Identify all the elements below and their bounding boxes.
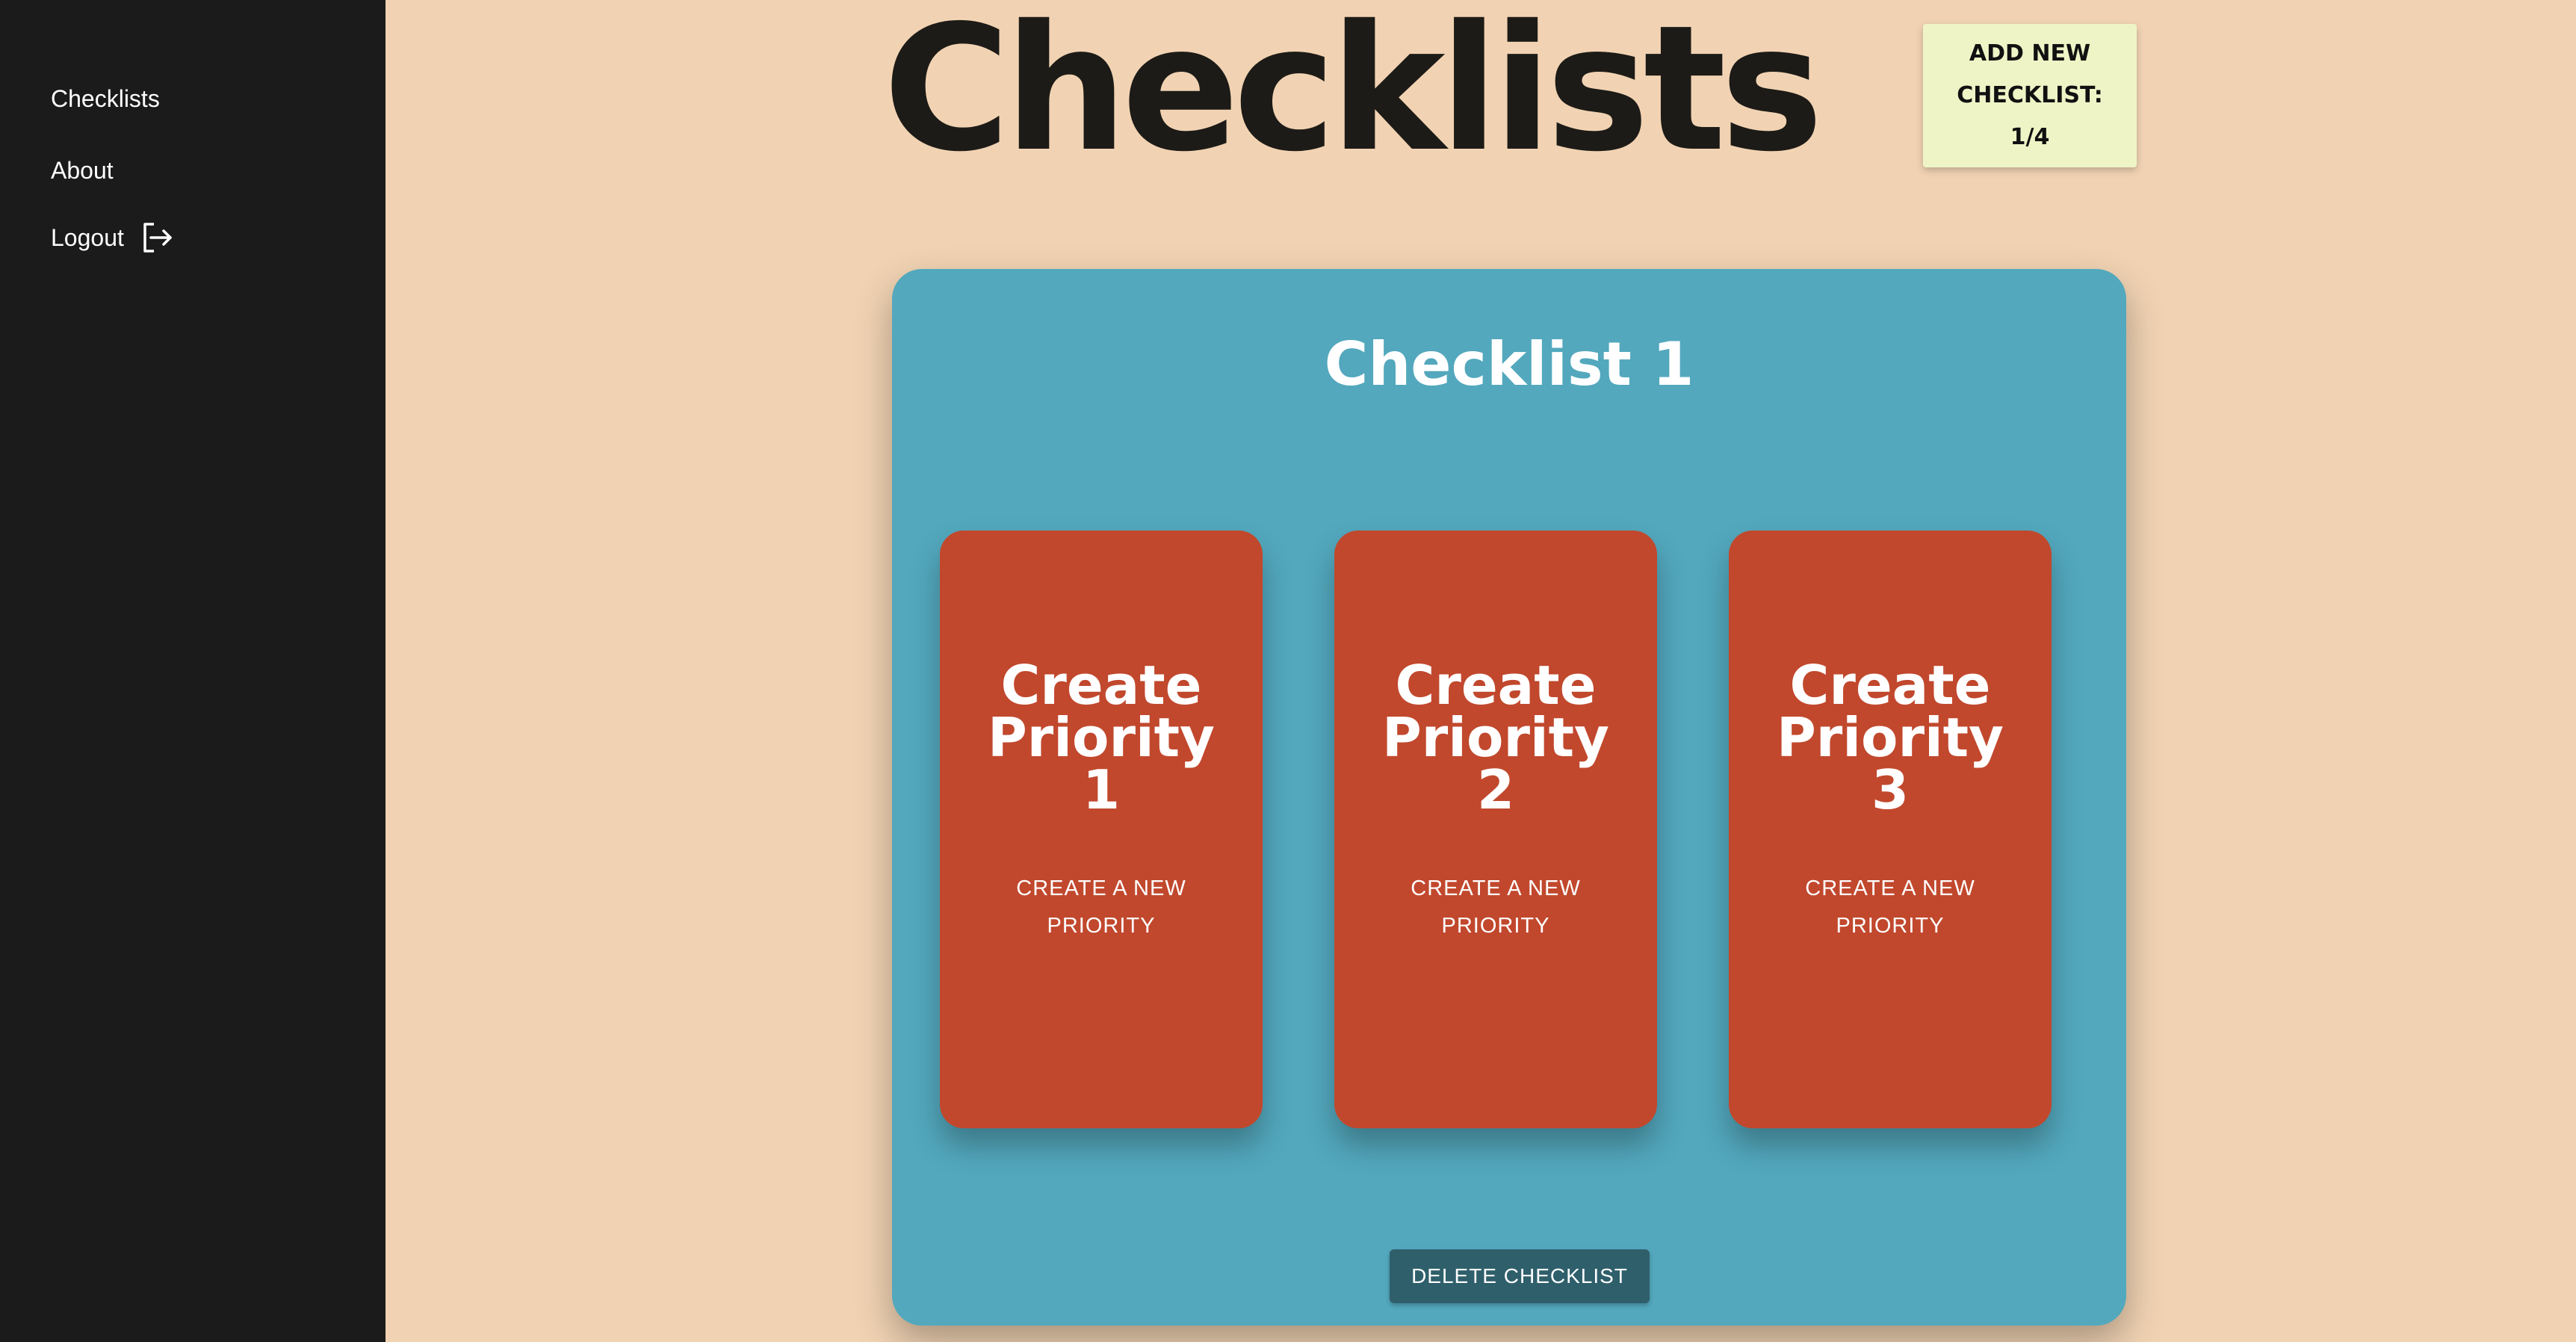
- priority-subtitle: CREATE A NEW PRIORITY: [1774, 870, 2007, 944]
- sidebar-item-label: About: [51, 157, 114, 184]
- create-priority-1-card[interactable]: Create Priority 1 CREATE A NEW PRIORITY: [940, 531, 1263, 1128]
- create-priority-3-card[interactable]: Create Priority 3 CREATE A NEW PRIORITY: [1729, 531, 2052, 1128]
- priority-subtitle-line-1: CREATE A NEW: [1016, 876, 1186, 900]
- sidebar-item-checklists[interactable]: Checklists: [51, 84, 160, 114]
- delete-checklist-button[interactable]: DELETE CHECKLIST: [1390, 1249, 1650, 1303]
- priority-subtitle: CREATE A NEW PRIORITY: [985, 870, 1218, 944]
- add-button-line-1: ADD NEW: [1969, 40, 2091, 67]
- priority-heading-line-1: Create: [1789, 654, 1991, 717]
- page-title: Checklists: [883, 0, 1824, 190]
- add-new-checklist-button[interactable]: ADD NEW CHECKLIST: 1/4: [1923, 24, 2137, 167]
- priority-heading-line-1: Create: [1395, 654, 1597, 717]
- priority-heading-line-2: Priority: [1777, 706, 2004, 769]
- priority-heading: Create Priority 3: [1729, 654, 2052, 821]
- priority-heading: Create Priority 1: [940, 654, 1263, 821]
- create-priority-2-card[interactable]: Create Priority 2 CREATE A NEW PRIORITY: [1334, 531, 1657, 1128]
- priority-heading-number: 3: [1871, 758, 1910, 821]
- priority-heading-number: 1: [1082, 758, 1121, 821]
- priority-subtitle-line-2: PRIORITY: [1441, 914, 1550, 938]
- sidebar-item-about[interactable]: About: [51, 155, 114, 185]
- add-button-count: 1/4: [2010, 124, 2050, 150]
- sidebar-item-label: Checklists: [51, 85, 160, 112]
- priority-heading-line-1: Create: [1000, 654, 1202, 717]
- main-content: Checklists ADD NEW CHECKLIST: 1/4 Checkl…: [386, 0, 2576, 1342]
- priority-subtitle-line-1: CREATE A NEW: [1411, 876, 1581, 900]
- sidebar-item-logout[interactable]: Logout: [51, 221, 173, 254]
- priority-heading-line-2: Priority: [988, 706, 1215, 769]
- priority-subtitle-line-1: CREATE A NEW: [1805, 876, 1975, 900]
- checklist-card: Checklist 1 Create Priority 1 CREATE A N…: [892, 269, 2126, 1326]
- logout-icon: [140, 221, 173, 254]
- priority-subtitle-line-2: PRIORITY: [1836, 914, 1945, 938]
- sidebar: Checklists About Logout: [0, 0, 386, 1342]
- priority-subtitle: CREATE A NEW PRIORITY: [1379, 870, 1612, 944]
- sidebar-item-label: Logout: [51, 224, 124, 251]
- add-button-line-2: CHECKLIST:: [1957, 82, 2103, 108]
- priority-heading: Create Priority 2: [1334, 654, 1657, 821]
- priority-heading-number: 2: [1476, 758, 1515, 821]
- priority-subtitle-line-2: PRIORITY: [1047, 914, 1156, 938]
- checklist-title: Checklist 1: [1324, 330, 1694, 399]
- priority-heading-line-2: Priority: [1382, 706, 1609, 769]
